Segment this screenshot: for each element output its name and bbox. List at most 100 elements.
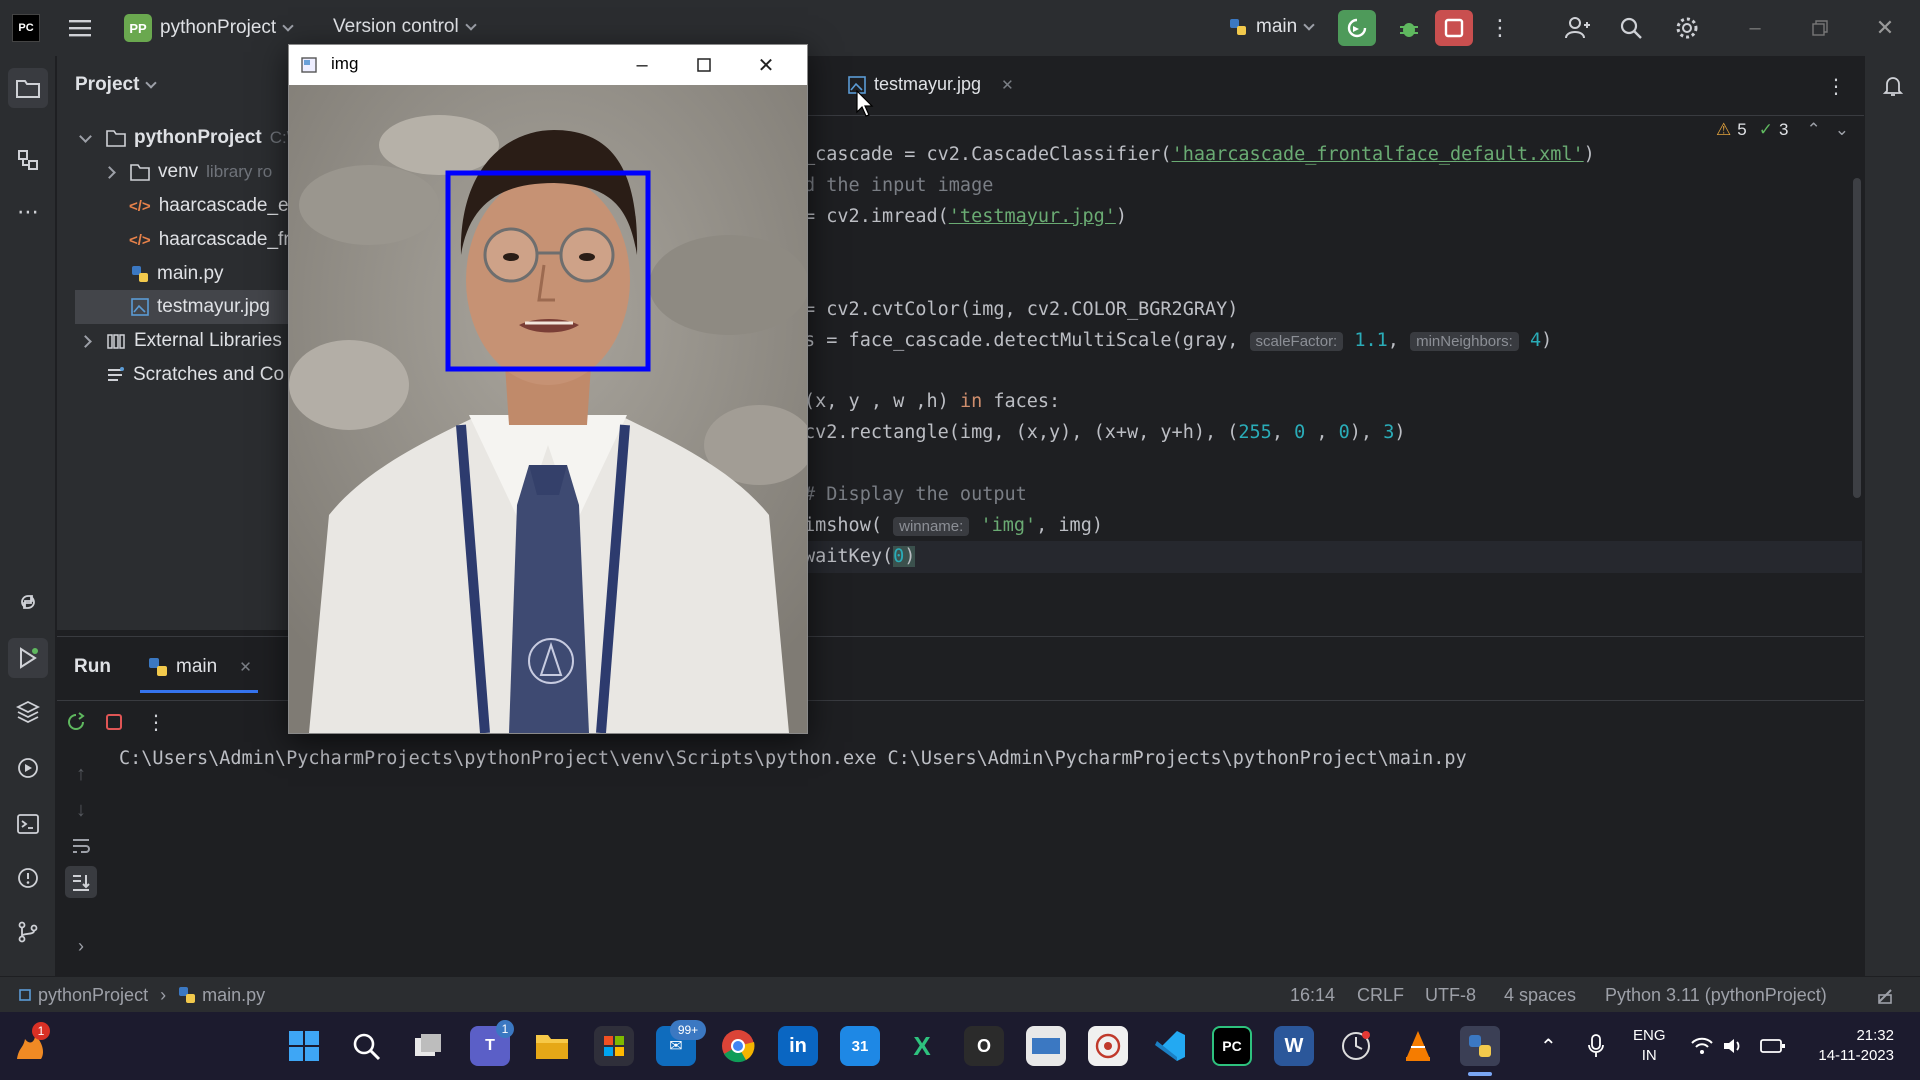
word-icon[interactable]: W bbox=[1274, 1026, 1314, 1066]
run-output: C:\Users\Admin\PycharmProjects\pythonPro… bbox=[119, 748, 1467, 769]
rerun-button[interactable] bbox=[1338, 10, 1376, 46]
structure-tool-button[interactable] bbox=[12, 144, 44, 176]
breadcrumb-file[interactable]: main.py bbox=[202, 985, 265, 1006]
project-panel-header[interactable]: Project bbox=[75, 68, 158, 102]
problems-button[interactable] bbox=[12, 862, 44, 894]
debug-button[interactable] bbox=[1392, 12, 1426, 46]
add-user-icon[interactable] bbox=[1562, 13, 1592, 43]
tree-item-label: main.py bbox=[157, 263, 224, 284]
run-more-icon[interactable]: ⋮ bbox=[146, 708, 166, 736]
python-window-icon[interactable] bbox=[1460, 1026, 1500, 1066]
project-name: pythonProject bbox=[160, 17, 277, 38]
microphone-icon[interactable] bbox=[1588, 1034, 1604, 1063]
app-circle-icon[interactable] bbox=[1088, 1026, 1128, 1066]
chevron-right-icon[interactable]: › bbox=[67, 932, 95, 960]
interpreter-selector[interactable]: Python 3.11 (pythonProject) bbox=[1605, 977, 1827, 1013]
window-minimize-icon[interactable]: – bbox=[627, 51, 657, 79]
calendar-icon[interactable]: 31 bbox=[840, 1026, 880, 1066]
file-explorer-icon[interactable] bbox=[532, 1026, 572, 1066]
tree-item-pythonproject[interactable]: pythonProject C:\ bbox=[79, 121, 291, 155]
inspection-widget[interactable]: ⚠ 5 ✓ 3 ⌃ ⌄ bbox=[1716, 120, 1849, 140]
caret-position[interactable]: 16:14 bbox=[1290, 977, 1335, 1013]
window-close-icon[interactable]: ✕ bbox=[751, 51, 781, 79]
pycharm-icon[interactable]: PC bbox=[1212, 1026, 1252, 1066]
python-packages-button[interactable] bbox=[12, 696, 44, 728]
wifi-icon[interactable] bbox=[1690, 1036, 1714, 1061]
more-tools-icon[interactable]: ⋯ bbox=[12, 196, 44, 228]
run-tab-close-icon[interactable]: ✕ bbox=[239, 658, 252, 676]
search-icon[interactable] bbox=[1616, 13, 1646, 43]
tree-item-venv[interactable]: venv library ro bbox=[103, 155, 272, 189]
battery-icon[interactable] bbox=[1760, 1037, 1786, 1060]
status-bar: pythonProject › main.py 16:14 CRLF UTF-8… bbox=[0, 976, 1920, 1012]
stop-icon[interactable] bbox=[100, 708, 128, 736]
breadcrumb-project[interactable]: pythonProject bbox=[38, 985, 148, 1006]
pycharm-logo-icon: PC bbox=[12, 14, 40, 42]
image-window-titlebar[interactable]: img – ✕ bbox=[289, 45, 807, 85]
app-o-icon[interactable]: O bbox=[964, 1026, 1004, 1066]
structure-icon bbox=[18, 150, 38, 170]
linkedin-icon[interactable]: in bbox=[778, 1026, 818, 1066]
scroll-to-end-icon[interactable] bbox=[65, 866, 97, 898]
version-control-menu[interactable]: Version control bbox=[333, 16, 477, 38]
run-tool-button[interactable] bbox=[8, 638, 48, 678]
chrome-icon[interactable] bbox=[718, 1026, 758, 1066]
chevron-down-icon bbox=[145, 77, 158, 89]
close-icon[interactable]: ✕ bbox=[1870, 14, 1900, 42]
chevron-down-icon[interactable]: ⌄ bbox=[1835, 120, 1849, 140]
stop-button[interactable] bbox=[1435, 10, 1473, 46]
gear-icon[interactable] bbox=[1672, 13, 1702, 43]
python-console-button[interactable] bbox=[12, 586, 44, 618]
clock[interactable]: 21:32 14-11-2023 bbox=[1818, 1026, 1894, 1066]
window-maximize-icon[interactable] bbox=[689, 51, 719, 79]
tray-chevron-up-icon[interactable]: ⌃ bbox=[1540, 1034, 1557, 1059]
line-separator[interactable]: CRLF bbox=[1357, 977, 1404, 1013]
terminal-button[interactable] bbox=[12, 808, 44, 840]
bug-icon bbox=[1400, 23, 1418, 37]
microsoft-store-icon[interactable] bbox=[594, 1026, 634, 1066]
more-actions-icon[interactable]: ⋮ bbox=[1488, 14, 1512, 42]
main-menu-icon[interactable] bbox=[66, 14, 94, 42]
rerun-icon[interactable] bbox=[62, 708, 90, 736]
editor-scrollbar[interactable] bbox=[1853, 178, 1861, 498]
arrow-down-icon[interactable]: ↓ bbox=[67, 796, 95, 824]
tree-item-haarcascade-fr[interactable]: </> haarcascade_fr bbox=[129, 223, 290, 257]
run-tab-main[interactable]: main ✕ bbox=[148, 656, 252, 678]
task-view-icon[interactable] bbox=[408, 1026, 448, 1066]
file-encoding[interactable]: UTF-8 bbox=[1425, 977, 1476, 1013]
project-tool-button[interactable] bbox=[8, 68, 48, 108]
soft-wrap-icon[interactable] bbox=[67, 832, 95, 860]
indent-setting[interactable]: 4 spaces bbox=[1504, 977, 1576, 1013]
app-clock-icon[interactable] bbox=[1336, 1026, 1376, 1066]
language-indicator[interactable]: ENG IN bbox=[1633, 1026, 1666, 1066]
project-selector[interactable]: PP pythonProject bbox=[124, 14, 294, 42]
chevron-up-icon[interactable]: ⌃ bbox=[1806, 120, 1820, 140]
mouse-cursor-icon bbox=[856, 89, 876, 123]
search-icon[interactable] bbox=[346, 1026, 386, 1066]
warning-count: 5 bbox=[1737, 120, 1747, 139]
tree-item-external-libraries[interactable]: External Libraries bbox=[79, 324, 282, 358]
excel-like-icon[interactable]: X bbox=[902, 1026, 942, 1066]
mail-badge: 99+ bbox=[670, 1020, 706, 1040]
tab-close-icon[interactable]: ✕ bbox=[1001, 76, 1014, 94]
tree-item-testmayur-jpg[interactable]: testmayur.jpg bbox=[131, 290, 270, 324]
anydesk-icon[interactable] bbox=[1026, 1026, 1066, 1066]
minimize-icon[interactable]: – bbox=[1740, 14, 1770, 42]
notifications-button[interactable] bbox=[1877, 70, 1909, 102]
vscode-icon[interactable] bbox=[1150, 1026, 1190, 1066]
tree-item-haarcascade-e[interactable]: </> haarcascade_e bbox=[129, 189, 289, 223]
restore-icon[interactable] bbox=[1805, 14, 1835, 42]
start-icon[interactable] bbox=[284, 1026, 324, 1066]
git-button[interactable] bbox=[12, 916, 44, 948]
run-config-selector[interactable]: main bbox=[1228, 16, 1315, 38]
volume-icon[interactable] bbox=[1722, 1036, 1746, 1061]
vlc-icon[interactable] bbox=[1398, 1026, 1438, 1066]
module-icon bbox=[19, 989, 31, 1001]
lock-icon[interactable] bbox=[1876, 977, 1894, 1013]
services-button[interactable] bbox=[12, 752, 44, 784]
tree-item-main-py[interactable]: main.py bbox=[131, 257, 224, 291]
arrow-up-icon[interactable]: ↑ bbox=[67, 760, 95, 788]
layers-icon bbox=[16, 700, 40, 724]
tree-item-scratches[interactable]: Scratches and Co bbox=[105, 358, 284, 392]
tabs-more-icon[interactable]: ⋮ bbox=[1824, 72, 1848, 100]
